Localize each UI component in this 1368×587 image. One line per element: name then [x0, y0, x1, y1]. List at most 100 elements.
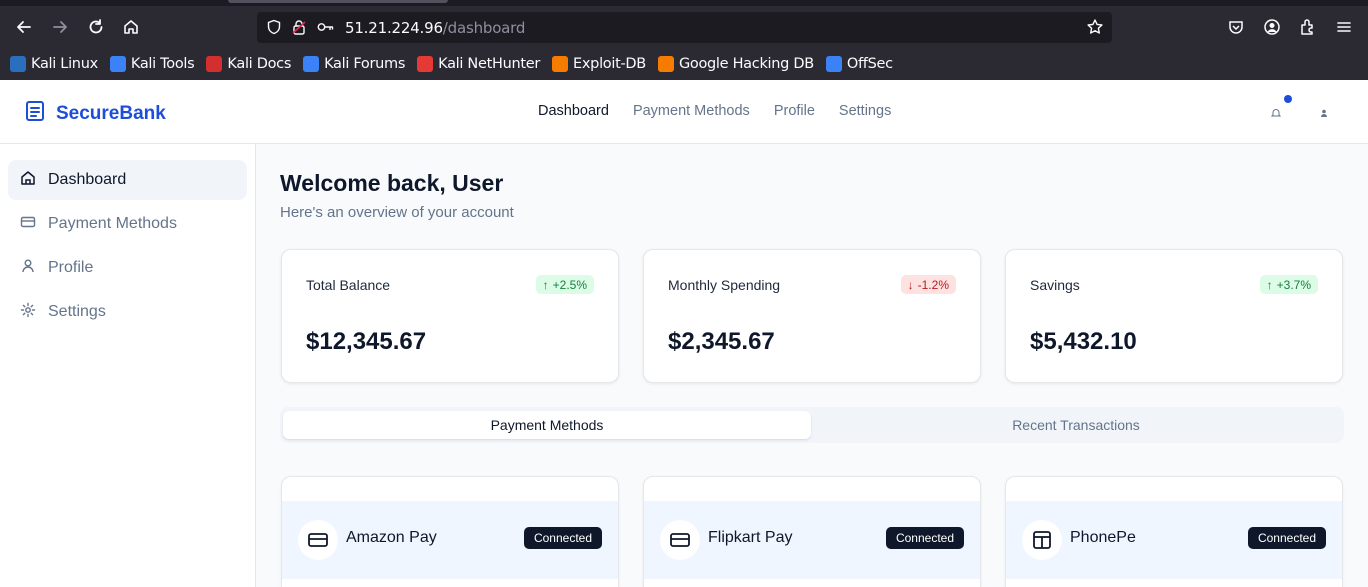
stat-card-monthly-spending: Monthly Spending ↓ -1.2% $2,345.67 — [643, 249, 981, 383]
stat-label: Monthly Spending — [668, 277, 781, 293]
kali-dragon-icon — [10, 56, 26, 72]
brand-logo[interactable]: SecureBank — [24, 100, 166, 127]
stat-value: $5,432.10 — [1030, 328, 1137, 355]
url-path: /dashboard — [442, 19, 526, 37]
change-badge: ↑ +3.7% — [1259, 275, 1318, 294]
kali-tools-icon — [109, 56, 126, 72]
bookmarks-bar: Kali Linux Kali Tools Kali Docs Kali For… — [0, 50, 1368, 78]
change-value: +2.5% — [552, 277, 587, 292]
sidebar-item-label: Payment Methods — [48, 215, 177, 232]
sidebar-item-dashboard[interactable]: Dashboard — [8, 160, 247, 200]
payment-card-phonepe[interactable]: PhonePe Connected — [1005, 476, 1343, 587]
address-bar[interactable]: 51.21.224.96/dashboard — [257, 12, 1112, 43]
tab-recent-transactions[interactable]: Recent Transactions — [812, 411, 1340, 439]
stat-card-total-balance: Total Balance ↑ +2.5% $12,345.67 — [281, 249, 619, 383]
bookmark-google-hacking-db[interactable]: Google Hacking DB — [657, 56, 814, 72]
arrow-up-icon: ↑ — [1266, 277, 1273, 292]
bell-icon[interactable] — [1270, 105, 1282, 123]
browser-chrome: 51.21.224.96/dashboard Kali Linux Kali T… — [0, 0, 1368, 80]
exploit-db-icon — [552, 56, 569, 72]
app-header: SecureBank Dashboard Payment Methods Pro… — [0, 80, 1368, 144]
stat-value: $2,345.67 — [668, 328, 775, 355]
insecure-lock-icon[interactable] — [290, 18, 308, 36]
sidebar-item-payment-methods[interactable]: Payment Methods — [8, 204, 247, 244]
menu-icon[interactable] — [1331, 14, 1357, 40]
user-menu-icon[interactable] — [1319, 105, 1329, 123]
credit-card-icon — [660, 520, 700, 560]
user-icon — [20, 258, 36, 279]
bookmark-label: Google Hacking DB — [678, 56, 814, 72]
change-badge: ↑ +2.5% — [535, 275, 594, 294]
bookmark-kali-linux[interactable]: Kali Linux — [10, 56, 98, 72]
bookmark-kali-docs[interactable]: Kali Docs — [206, 56, 291, 72]
nav-settings[interactable]: Settings — [839, 103, 891, 119]
change-value: +3.7% — [1276, 277, 1311, 292]
tab-payment-methods[interactable]: Payment Methods — [283, 411, 811, 439]
bookmark-kali-forums[interactable]: Kali Forums — [303, 56, 405, 72]
bookmark-label: Kali Docs — [227, 56, 292, 72]
change-badge: ↓ -1.2% — [900, 275, 956, 294]
sidebar-item-label: Settings — [48, 303, 106, 320]
stat-label: Savings — [1030, 277, 1080, 293]
home-icon[interactable] — [118, 14, 144, 40]
payment-name: Amazon Pay — [346, 529, 437, 546]
page-title: Welcome back, User — [280, 170, 504, 196]
shield-icon[interactable] — [265, 18, 283, 36]
offsec-icon — [825, 56, 842, 72]
extensions-icon[interactable] — [1295, 14, 1321, 40]
payment-card-flipkart-pay[interactable]: Flipkart Pay Connected — [643, 476, 981, 587]
star-icon[interactable] — [1086, 18, 1104, 36]
credit-card-icon — [298, 520, 338, 560]
status-badge: Connected — [523, 527, 602, 549]
forward-icon[interactable] — [47, 14, 73, 40]
bookmark-label: Kali Linux — [31, 56, 98, 72]
payment-card-header: PhonePe Connected — [1006, 501, 1342, 579]
gear-icon — [20, 302, 36, 323]
active-tab-indicator — [228, 0, 448, 3]
notification-dot — [1284, 95, 1292, 103]
sidebar-item-label: Profile — [48, 259, 94, 276]
kali-forums-icon — [303, 56, 320, 72]
nav-dashboard[interactable]: Dashboard — [538, 103, 609, 119]
key-icon[interactable] — [317, 18, 335, 36]
payment-card-amazon-pay[interactable]: Amazon Pay Connected — [281, 476, 619, 587]
bookmark-label: OffSec — [846, 56, 893, 72]
reload-icon[interactable] — [83, 14, 109, 40]
status-badge: Connected — [885, 527, 964, 549]
stat-card-savings: Savings ↑ +3.7% $5,432.10 — [1005, 249, 1343, 383]
pocket-icon[interactable] — [1223, 14, 1249, 40]
page-subtitle: Here's an overview of your account — [280, 204, 514, 221]
document-icon — [24, 100, 46, 127]
payment-name: PhonePe — [1070, 529, 1136, 546]
bookmark-label: Exploit-DB — [573, 56, 646, 72]
bookmark-label: Kali Tools — [130, 56, 195, 72]
sidebar-item-profile[interactable]: Profile — [8, 248, 247, 288]
status-badge: Connected — [1247, 527, 1326, 549]
url-host: 51.21.224.96 — [345, 19, 443, 37]
tab-strip — [0, 0, 1368, 6]
brand-name: SecureBank — [56, 102, 166, 124]
payment-card-header: Flipkart Pay Connected — [644, 501, 980, 579]
account-icon[interactable] — [1259, 14, 1285, 40]
sidebar-item-settings[interactable]: Settings — [8, 292, 247, 332]
kali-docs-icon — [206, 56, 223, 72]
stat-label: Total Balance — [306, 277, 391, 293]
nav-profile[interactable]: Profile — [774, 103, 815, 119]
credit-card-icon — [20, 214, 36, 235]
arrow-down-icon: ↓ — [907, 277, 914, 292]
back-icon[interactable] — [11, 14, 37, 40]
stat-value: $12,345.67 — [306, 328, 427, 355]
url-text: 51.21.224.96/dashboard — [345, 19, 525, 37]
bookmark-kali-nethunter[interactable]: Kali NetHunter — [417, 56, 540, 72]
bookmark-label: Kali Forums — [324, 56, 406, 72]
bookmark-kali-tools[interactable]: Kali Tools — [109, 56, 195, 72]
bookmark-offsec[interactable]: OffSec — [825, 56, 893, 72]
bookmark-label: Kali NetHunter — [438, 56, 541, 72]
tab-list: Payment Methods Recent Transactions — [280, 407, 1344, 443]
sidebar: Dashboard Payment Methods Profile Settin… — [0, 144, 256, 587]
wallet-icon — [1022, 520, 1062, 560]
nav-payment-methods[interactable]: Payment Methods — [633, 103, 750, 119]
top-nav: Dashboard Payment Methods Profile Settin… — [538, 103, 891, 119]
bookmark-exploit-db[interactable]: Exploit-DB — [552, 56, 646, 72]
payment-name: Flipkart Pay — [708, 529, 793, 546]
